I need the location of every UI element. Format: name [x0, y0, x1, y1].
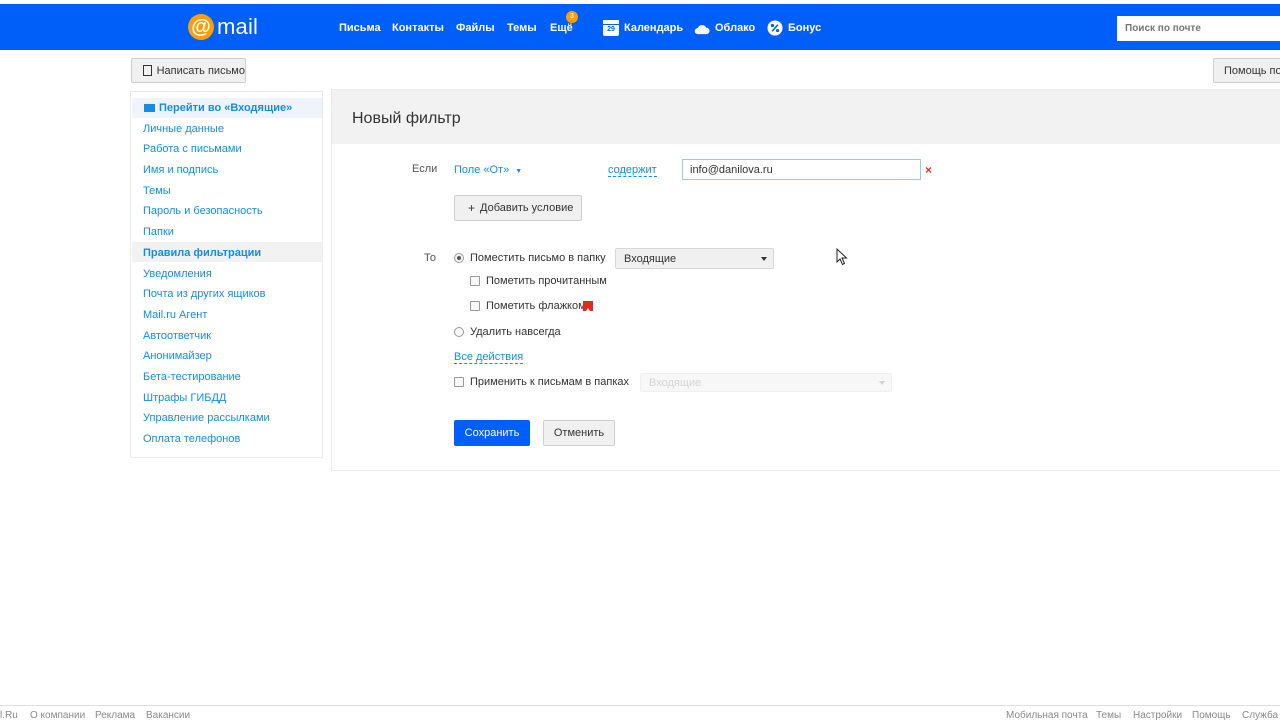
select-caret-icon [879, 381, 885, 385]
red-flag-icon [583, 301, 593, 311]
condition-field-select[interactable]: Поле «От» ▼ [454, 164, 522, 176]
sidebar-item-mailing-management[interactable]: Управление рассылками [143, 412, 270, 424]
condition-value-input[interactable] [682, 159, 921, 180]
delete-forever-radio[interactable] [454, 327, 464, 337]
filter-panel-header: Новый фильтр [332, 90, 1280, 144]
sidebar-item-name-signature[interactable]: Имя и подпись [143, 164, 218, 176]
goto-inbox-label: Перейти во «Входящие» [159, 102, 293, 114]
bonus-percent-icon [767, 20, 783, 36]
sidebar-item-mail-settings[interactable]: Работа с письмами [143, 143, 242, 155]
nav-cloud[interactable]: Облако [715, 22, 755, 34]
compose-label: Написать письмо [156, 64, 245, 77]
compose-button[interactable]: Написать письмо [131, 58, 246, 83]
footer-link-support[interactable]: Служба [1242, 710, 1278, 721]
nav-calendar[interactable]: Календарь [624, 22, 683, 34]
apply-to-folders-checkbox[interactable] [454, 377, 464, 387]
compose-pencil-icon [143, 65, 152, 76]
cancel-button[interactable]: Отменить [543, 420, 615, 446]
sidebar-item-folders[interactable]: Папки [143, 226, 174, 238]
footer-link-mobile-mail[interactable]: Мобильная почта [1006, 710, 1088, 721]
all-actions-link[interactable]: Все действия [454, 351, 524, 364]
sidebar-item-password-security[interactable]: Пароль и безопасность [143, 205, 263, 217]
help-button[interactable]: Помощь по р [1213, 58, 1280, 83]
logo-text: mail [217, 14, 259, 39]
sidebar-item-other-mailboxes[interactable]: Почта из других ящиков [143, 288, 266, 300]
sidebar-item-themes[interactable]: Темы [143, 185, 171, 197]
then-label: То [424, 252, 436, 264]
at-logo-icon: @ [188, 14, 214, 40]
mark-read-label: Пометить прочитанным [486, 275, 607, 287]
footer-link-jobs[interactable]: Вакансии [146, 710, 190, 721]
sidebar-item-beta-testing[interactable]: Бета-тестирование [143, 371, 241, 383]
condition-operator-link[interactable]: содержит [608, 164, 657, 177]
footer-link-themes[interactable]: Темы [1096, 710, 1121, 721]
footer-link-settings[interactable]: Настройки [1133, 710, 1182, 721]
sidebar-item-notifications[interactable]: Уведомления [143, 268, 212, 280]
sidebar-item-anonymizer[interactable]: Анонимайзер [143, 350, 212, 362]
mail-logo[interactable]: @ mail [188, 13, 258, 41]
target-folder-select[interactable]: Входящие [615, 248, 774, 269]
sidebar-item-mailru-agent[interactable]: Mail.ru Агент [143, 309, 207, 321]
chevron-down-icon: ▼ [515, 168, 523, 175]
mouse-cursor-icon [836, 248, 848, 266]
top-strip [0, 0, 1280, 4]
envelope-icon [144, 104, 155, 112]
nav-more[interactable]: Ещё [550, 22, 573, 34]
apply-folder-select: Входящие [640, 373, 892, 392]
nav-bonus[interactable]: Бонус [788, 22, 821, 34]
calendar-icon: 29 [603, 20, 619, 36]
save-button[interactable]: Сохранить [454, 420, 530, 446]
add-condition-button[interactable]: + Добавить условие [454, 195, 582, 221]
delete-forever-label: Удалить навсегда [470, 326, 561, 338]
apply-folder-value: Входящие [649, 376, 702, 389]
footer-link-ads[interactable]: Реклама [95, 710, 135, 721]
top-navigation-bar: @ mail Письма Контакты Файлы Темы Ещё 3 … [0, 0, 1280, 50]
more-count-badge: 3 [566, 11, 578, 23]
select-caret-icon [761, 257, 767, 261]
cloud-icon [694, 25, 710, 35]
footer-link-help[interactable]: Помощь [1192, 710, 1231, 721]
mark-read-checkbox[interactable] [470, 276, 480, 286]
nav-themes[interactable]: Темы [507, 22, 537, 34]
mark-flag-label: Пометить флажком [486, 300, 586, 312]
sidebar-item-personal-data[interactable]: Личные данные [143, 123, 224, 135]
sidebar-item-filter-rules[interactable]: Правила фильтрации [143, 247, 261, 259]
plus-icon: + [468, 201, 476, 215]
add-condition-label: Добавить условие [480, 202, 574, 214]
page-title: Новый фильтр [352, 110, 461, 127]
sidebar-item-phone-payment[interactable]: Оплата телефонов [143, 433, 240, 445]
nav-letters[interactable]: Письма [339, 22, 381, 34]
condition-field-label: Поле «От» [454, 164, 510, 176]
page-footer [0, 705, 1280, 720]
cancel-label: Отменить [553, 427, 605, 439]
settings-sidebar: Перейти во «Входящие» Личные данные Рабо… [130, 91, 323, 458]
search-input[interactable] [1117, 16, 1280, 41]
sidebar-item-traffic-fines[interactable]: Штрафы ГИБДД [143, 392, 226, 404]
mark-flag-checkbox[interactable] [470, 301, 480, 311]
move-to-folder-label: Поместить письмо в папку [470, 252, 606, 264]
nav-contacts[interactable]: Контакты [392, 22, 444, 34]
footer-link-mailru[interactable]: l.Ru [0, 710, 18, 721]
target-folder-value: Входящие [624, 252, 677, 265]
help-label: Помощь по р [1224, 64, 1280, 77]
goto-inbox-link[interactable]: Перейти во «Входящие» [132, 98, 322, 118]
nav-files[interactable]: Файлы [456, 22, 495, 34]
sidebar-item-autoresponder[interactable]: Автоответчик [143, 330, 211, 342]
move-to-folder-radio[interactable] [454, 253, 464, 263]
remove-condition-icon[interactable]: × [925, 163, 932, 177]
footer-link-about[interactable]: О компании [30, 710, 85, 721]
apply-to-folders-label: Применить к письмам в папках [470, 376, 629, 388]
if-label: Если [412, 163, 438, 175]
